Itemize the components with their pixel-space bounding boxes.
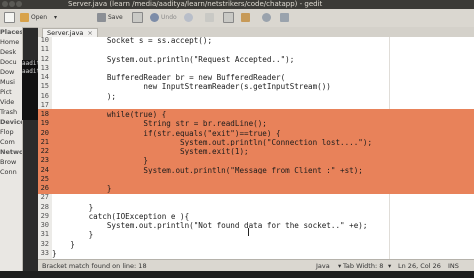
- sidebar-item-computer[interactable]: Com: [0, 137, 22, 147]
- sidebar-item-downloads[interactable]: Dow: [0, 67, 22, 77]
- sidebar-item-music[interactable]: Musi: [0, 77, 22, 87]
- copy-icon: [223, 12, 234, 23]
- sidebar-item-pictures[interactable]: Pict: [0, 87, 22, 97]
- side-panel: Places Home Desk Docu Dow Musi Pict Vide…: [0, 27, 23, 271]
- print-button[interactable]: [132, 12, 145, 24]
- new-document-icon: [4, 12, 15, 23]
- minimize-window-button[interactable]: [9, 1, 15, 7]
- terminal-line: aadit: [22, 60, 38, 67]
- save-icon: [97, 13, 106, 22]
- redo-button[interactable]: [184, 12, 195, 24]
- redo-icon: [184, 13, 193, 22]
- window-title: Server.java (learn /media/aaditya/learn/…: [68, 0, 323, 8]
- print-icon: [132, 12, 143, 23]
- devices-header: Devices: [0, 118, 22, 126]
- code-editor[interactable]: 10 Socket s = ss.accept(); 11 12 System.ou…: [38, 37, 474, 259]
- sidebar-item-home[interactable]: Home: [0, 37, 22, 47]
- close-tab-icon[interactable]: ×: [87, 29, 92, 37]
- cut-button[interactable]: [205, 12, 216, 24]
- sidebar-item-trash[interactable]: Trash: [0, 107, 22, 117]
- places-header: Places: [0, 28, 23, 36]
- undo-label: Undo: [161, 14, 177, 21]
- copy-button[interactable]: [223, 12, 236, 24]
- toolbar: Open ▾ Save Undo: [0, 9, 474, 28]
- maximize-window-button[interactable]: [16, 1, 22, 7]
- sidebar-item-documents[interactable]: Docu: [0, 57, 22, 67]
- sidebar-item-connect-server[interactable]: Conn: [0, 167, 22, 177]
- background-terminal: aadit aadit: [22, 60, 38, 120]
- line-number: 33: [40, 248, 49, 257]
- code-text: }: [52, 248, 57, 258]
- sidebar-item-browse-network[interactable]: Brow: [0, 157, 22, 167]
- taskbar: [0, 271, 474, 278]
- tab-label: Server.java: [47, 29, 84, 37]
- open-button[interactable]: Open: [20, 12, 47, 24]
- network-header: Networ: [0, 148, 23, 156]
- save-label: Save: [108, 14, 123, 21]
- sidebar-item-floppy[interactable]: Flop: [0, 127, 22, 137]
- document-tab-bar: Server.java ×: [38, 27, 474, 38]
- paste-button[interactable]: [241, 12, 252, 24]
- cut-icon: [205, 13, 214, 22]
- open-dropdown[interactable]: ▾: [54, 12, 57, 24]
- code-line[interactable]: 33}: [38, 248, 474, 259]
- terminal-line: aadit: [22, 68, 38, 75]
- sidebar-item-videos[interactable]: Vide: [0, 97, 22, 107]
- folder-icon: [20, 13, 29, 22]
- replace-button[interactable]: [280, 12, 291, 24]
- search-button[interactable]: [262, 12, 273, 24]
- search-icon: [262, 13, 271, 22]
- open-label: Open: [31, 14, 48, 21]
- close-window-button[interactable]: [2, 1, 8, 7]
- sidebar-item-desktop[interactable]: Desk: [0, 47, 22, 57]
- new-document-button[interactable]: [4, 12, 17, 24]
- undo-button[interactable]: Undo: [150, 12, 177, 24]
- paste-icon: [241, 13, 250, 22]
- window-titlebar: Server.java (learn /media/aaditya/learn/…: [0, 0, 474, 9]
- replace-icon: [280, 13, 289, 22]
- text-cursor: [248, 228, 249, 236]
- undo-icon: [150, 13, 159, 22]
- save-button[interactable]: Save: [97, 12, 123, 24]
